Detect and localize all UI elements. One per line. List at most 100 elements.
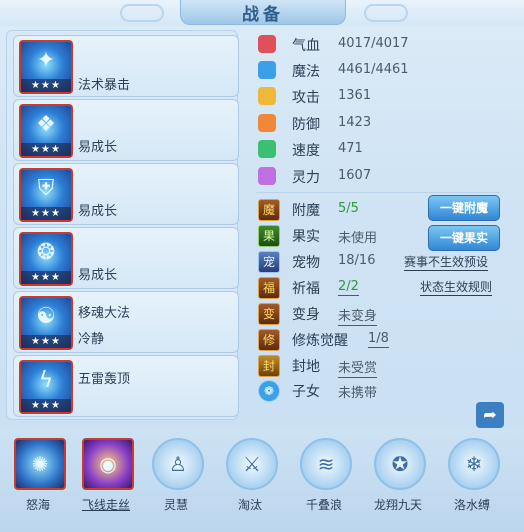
heart-icon [258,35,276,53]
one-click-enchant-button[interactable]: 一键附魔 [428,195,500,221]
stat-value: 471 [338,141,363,156]
extra-label: 宠物 [292,255,320,271]
stat-value: 4461/4461 [338,62,409,77]
sword-icon [258,87,276,105]
extra-value[interactable]: 未变身 [338,305,378,326]
skill-row[interactable]: ☯ ★★★ 移魂大法 冷静 [13,291,239,353]
page-title: 战备 [242,4,284,25]
extra-pet: 宠 宠物 18/16 [258,249,428,273]
slot-item[interactable]: ⚔ 淘汰 [220,434,280,526]
transform-icon: 变 [258,303,280,325]
skill-name: 移魂大法 [78,306,131,321]
stat-label: 魔法 [292,64,320,80]
extra-children: ❁ 子女 未携带 [258,378,428,402]
fief-icon: 封 [258,355,280,377]
slot-item[interactable]: ◉ 飞线走丝 [76,434,136,526]
skill-row[interactable]: ❖ ★★★ 易成长 [13,99,239,161]
star-rating: ★★★ [21,79,71,92]
slot-item[interactable]: ✺ 怒海 [8,434,68,526]
extra-value[interactable]: 2/2 [338,279,359,296]
stat-label: 速度 [292,143,320,159]
star-rating: ★★★ [21,207,71,220]
slot-item[interactable]: ❄ 洛水缚 [442,434,502,526]
star-rating: ★★★ [21,335,71,348]
extra-label: 果实 [292,229,320,245]
stat-label: 气血 [292,38,320,54]
stat-value: 4017/4017 [338,36,409,51]
extra-fruit: 果 果实 未使用 [258,223,428,247]
decor-swirl-left [120,4,164,22]
skill-name: 易成长 [78,140,118,155]
battle-prep-panel: 战备 ✦ ★★★ 法术暴击 ❖ ★★★ 易成长 ⛨ ★★★ 易成长 ❂ ★★★ 易成长 … [0,0,524,532]
spirit-icon [258,167,276,185]
extra-cultivate: 修 修炼觉醒 1/8 [258,327,428,351]
slot-item[interactable]: ♙ 灵慧 [146,434,206,526]
mana-icon [258,61,276,79]
skill-row[interactable]: ⛨ ★★★ 易成长 [13,163,239,225]
stat-speed: 速度 471 [258,137,428,161]
slot-label: 怒海 [25,498,50,512]
fruit-icon: 果 [258,225,280,247]
skill-name: 五雷轰顶 [78,372,131,387]
stat-value: 1607 [338,168,372,183]
skill-name: 易成长 [78,204,118,219]
one-click-fruit-button[interactable]: 一键果实 [428,225,500,251]
speed-icon [258,140,276,158]
armor-icon: ⛨ ★★★ [19,168,73,222]
stat-label: 防御 [292,117,320,133]
enchant-icon: 魔 [258,199,280,221]
skill-name: 法术暴击 [78,78,131,93]
stat-attack: 攻击 1361 [258,84,428,108]
skill-row[interactable]: ❂ ★★★ 易成长 [13,227,239,289]
slot-label: 龙翔九天 [373,498,422,512]
extra-label: 变身 [292,307,320,323]
title-bar: 战备 [0,0,524,26]
slot-label: 淘汰 [237,498,262,512]
slot-label: 飞线走丝 [81,498,130,512]
extra-label: 祈福 [292,281,320,297]
status-rule-link[interactable]: 状态生效规则 [420,278,493,296]
slot-item[interactable]: ✪ 龙翔九天 [368,434,428,526]
stat-label: 灵力 [292,170,320,186]
slot-label: 千叠浪 [305,498,342,512]
extra-value: 未携带 [338,386,378,401]
skill-subname: 冷静 [78,332,105,347]
extra-label: 封地 [292,359,320,375]
water-icon: ❄ [448,438,500,490]
extra-enchant: 魔 附魔 5/5 [258,197,428,221]
extra-label: 修炼觉醒 [292,333,348,349]
extra-blessing: 福 祈福 2/2 [258,275,428,299]
phoenix-helmet-icon: ❖ ★★★ [19,104,73,158]
skill-name: 易成长 [78,268,118,283]
stat-value: 1361 [338,88,372,103]
thunder-icon: ϟ ★★★ [19,360,73,414]
extra-value: 5/5 [338,201,359,216]
slot-label: 灵慧 [163,498,188,512]
stat-value: 1423 [338,115,372,130]
blessing-icon: 福 [258,277,280,299]
skill-row[interactable]: ϟ ★★★ 五雷轰顶 [13,355,239,417]
slot-item[interactable]: ≋ 千叠浪 [294,434,354,526]
slot-label: 洛水缚 [453,498,490,512]
skill-row[interactable]: ✦ ★★★ 法术暴击 [13,35,239,97]
divider [256,192,500,193]
shield-icon [258,114,276,132]
extra-value: 未使用 [338,231,378,246]
event-preset-link[interactable]: 赛事不生效预设 [404,253,489,271]
extra-value[interactable]: 未受赏 [338,357,378,378]
extra-value[interactable]: 1/8 [368,331,389,348]
cultivate-icon: 修 [258,329,280,351]
mask-icon: ☯ ★★★ [19,296,73,350]
paw-icon: ❁ [258,380,280,402]
stat-label: 攻击 [292,90,320,106]
stat-hp: 气血 4017/4017 [258,32,428,56]
stat-defense: 防御 1423 [258,111,428,135]
extra-label: 子女 [292,384,320,400]
extra-label: 附魔 [292,203,320,219]
stat-mp: 魔法 4461/4461 [258,58,428,82]
share-icon[interactable]: ➦ [476,402,504,428]
title-plate: 战备 [180,0,346,25]
extra-transform: 变 变身 未变身 [258,301,428,326]
star-rating: ★★★ [21,399,71,412]
skill-list-panel: ✦ ★★★ 法术暴击 ❖ ★★★ 易成长 ⛨ ★★★ 易成长 ❂ ★★★ 易成长 ☯ ★★… [6,30,239,420]
